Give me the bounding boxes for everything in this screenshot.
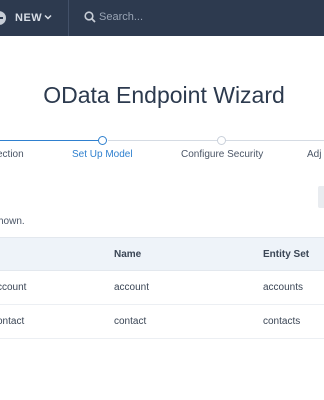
new-button-label: NEW [15, 12, 43, 24]
search-input[interactable]: Search... [99, 11, 143, 23]
top-navigation-bar: NEW Search... [0, 0, 324, 36]
plus-circle-icon [0, 11, 6, 25]
row-name-cell: contact [114, 316, 147, 327]
row-first-cell: ontact [0, 316, 25, 327]
wizard-progress-line-remaining [108, 140, 324, 141]
wizard-progress-line-completed [0, 140, 98, 141]
column-header-name[interactable]: Name [114, 249, 141, 260]
table-row[interactable]: ccount account accounts [0, 271, 324, 305]
row-name-cell: account [114, 282, 150, 293]
row-first-cell: ccount [0, 282, 27, 293]
page-title: OData Endpoint Wizard [43, 82, 285, 108]
wizard-step-configure-security[interactable]: Configure Security [181, 149, 263, 160]
wizard-step-connection[interactable]: ection [0, 149, 24, 160]
chevron-down-icon [44, 14, 52, 20]
table-row[interactable]: ontact contact contacts [0, 305, 324, 339]
new-menu-button[interactable]: NEW [0, 0, 68, 36]
search-icon [84, 11, 96, 23]
global-search[interactable]: Search... [84, 0, 284, 36]
wizard-step-set-up-model[interactable]: Set Up Model [72, 149, 133, 160]
topbar-divider [68, 0, 69, 36]
wizard-step-dot-active [98, 136, 107, 145]
wizard-step-adjust[interactable]: Adj [307, 149, 321, 160]
action-button-edge[interactable] [318, 186, 324, 208]
table-header: Name Entity Set [0, 237, 324, 271]
info-text: hown. [0, 216, 25, 227]
wizard-step-dot-upcoming [217, 136, 226, 145]
row-entity-set-cell: contacts [263, 316, 301, 327]
row-entity-set-cell: accounts [263, 282, 304, 293]
column-header-entity-set[interactable]: Entity Set [263, 249, 309, 260]
